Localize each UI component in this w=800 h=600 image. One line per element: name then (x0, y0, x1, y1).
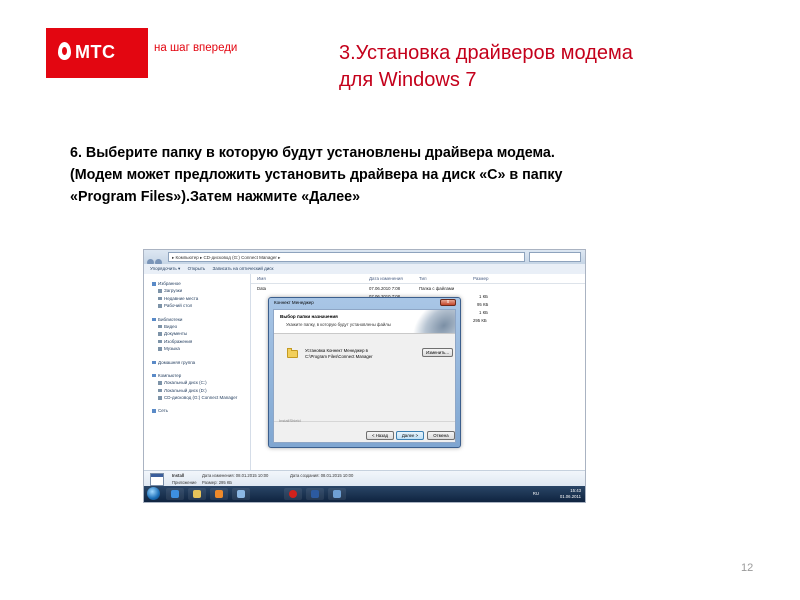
slide-title: 3.Установка драйверов модема для Windows… (339, 40, 779, 94)
mts-egg-icon (58, 42, 71, 60)
column-headers: Имя Дата изменения Тип Размер (251, 274, 585, 284)
installer-dialog: Коннект Менеджер x Выбор папки назначени… (268, 297, 461, 448)
system-tray: RU 15:43 01.06.2011 (533, 488, 581, 499)
dialog-title: Коннект Менеджер (274, 300, 314, 305)
instruction-line-3: «Program Files»).Затем нажмите «Далее» (70, 189, 361, 205)
tray-date: 01.06.2011 (559, 493, 581, 499)
column-date: Дата изменения (369, 276, 403, 281)
header-graphic (406, 310, 455, 333)
file-row: Data 07.06.2010 7:08 Папка с файлами (251, 285, 585, 292)
language-indicator: RU (532, 491, 539, 496)
nav-libraries: Библиотеки (144, 316, 250, 323)
details-created: Дата создания: 08.01.2015 10:00 (290, 473, 354, 478)
column-size: Размер (473, 276, 489, 281)
dialog-heading: Выбор папки назначения (280, 314, 338, 319)
address-bar: ▸ Компьютер ▸ CD-дисковод (G:) Connect M… (144, 250, 585, 266)
details-size: Размер: 295 КБ (202, 480, 233, 485)
instruction-text: 6. Выберите папку в которую будут устано… (70, 142, 720, 208)
slide-title-line-2: для Windows 7 (339, 69, 477, 91)
application-icon (150, 473, 164, 486)
nav-favorites: Избранное (144, 280, 250, 287)
instruction-line-2: (Модем может предложить установить драйв… (70, 167, 563, 183)
nav-item: Изображения (144, 338, 250, 345)
install-to-label: Установка Коннект Менеджер в (305, 348, 368, 353)
page-number: 12 (741, 562, 754, 574)
file-date: 07.06.2010 7:08 (369, 286, 401, 291)
install-path: C:\Program Files\Connect Manager (305, 354, 373, 359)
back-button: < Назад (366, 431, 394, 440)
dialog-body: Выбор папки назначения Укажите папку, в … (273, 309, 456, 443)
nav-item: Локальный диск (C:) (144, 379, 250, 386)
dialog-subheading: Укажите папку, в которую будут установле… (286, 322, 391, 327)
nav-item: Музыка (144, 345, 250, 352)
column-type: Тип (419, 276, 427, 281)
nav-item: Видео (144, 323, 250, 330)
nav-item: Недавние места (144, 295, 250, 302)
installer-screenshot: ▸ Компьютер ▸ CD-дисковод (G:) Connect M… (143, 249, 586, 503)
details-modified: Дата изменения: 08.01.2015 10:00 (202, 473, 269, 478)
cancel-button: Отмена (427, 431, 455, 440)
file-name: Data (257, 286, 267, 291)
command-burn: Записать на оптический диск (212, 266, 274, 271)
media-taskbar-icon (210, 488, 228, 500)
nav-item: CD-дисковод (G:) Connect Manager (144, 394, 250, 401)
slide-title-line-1: 3.Установка драйверов модема (339, 42, 633, 64)
opera-taskbar-icon (284, 488, 302, 500)
tray-time: 15:43 (570, 488, 581, 493)
nav-item: Рабочий стол (144, 302, 250, 309)
folder-icon (287, 348, 298, 358)
nav-computer: Компьютер (144, 372, 250, 379)
dialog-header: Выбор папки назначения Укажите папку, в … (274, 310, 455, 334)
search-field (529, 252, 581, 262)
nav-network: Сеть (144, 407, 250, 414)
command-open: Открыть (187, 266, 206, 271)
address-field: ▸ Компьютер ▸ CD-дисковод (G:) Connect M… (168, 252, 525, 262)
command-organize: Упорядочить ▾ (150, 266, 181, 271)
details-kind: Приложение (172, 480, 197, 485)
logo-brand-text: МТС (75, 42, 116, 62)
file-type: Папка с файлами (419, 286, 455, 291)
app-taskbar-icon (232, 488, 250, 500)
details-name: Install (172, 473, 185, 478)
installshield-label: InstallShield (279, 418, 301, 423)
file-size: 1 КБ (479, 310, 488, 315)
taskbar: RU 15:43 01.06.2011 (144, 486, 585, 502)
tagline: на шаг впереди (154, 42, 238, 54)
explorer-taskbar-icon (188, 488, 206, 500)
instruction-line-1: 6. Выберите папку в которую будут устано… (70, 145, 555, 161)
next-button: Далее > (396, 431, 424, 440)
file-size: 95 КБ (477, 302, 489, 307)
mts-logo: МТС (46, 28, 148, 78)
back-forward-icon (147, 253, 163, 266)
navigation-pane: Избранное Загрузки Недавние места Рабочи… (144, 274, 251, 470)
word-taskbar-icon (306, 488, 324, 500)
column-name: Имя (257, 276, 266, 281)
nav-item: Загрузки (144, 287, 250, 294)
change-button: Изменить... (422, 348, 453, 357)
nav-item: Документы (144, 330, 250, 337)
nav-item: Локальный диск (D:) (144, 387, 250, 394)
close-icon: x (440, 299, 456, 306)
ie-taskbar-icon (166, 488, 184, 500)
start-orb-icon (147, 487, 160, 500)
file-size: 1 КБ (479, 294, 488, 299)
file-size: 295 КБ (473, 318, 487, 323)
installer-taskbar-icon (328, 488, 346, 500)
nav-homegroup: Домашняя группа (144, 359, 250, 366)
